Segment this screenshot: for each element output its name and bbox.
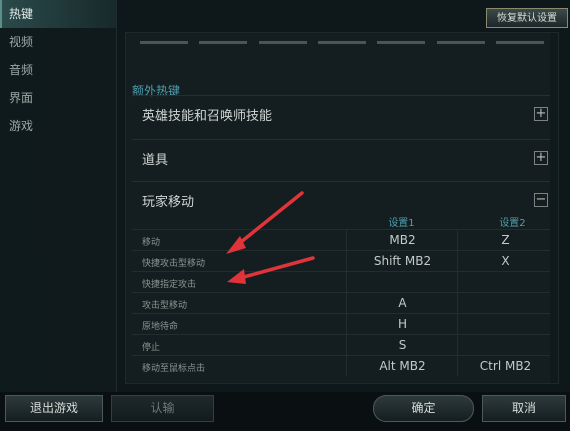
sidebar-item-interface[interactable]: 界面 [0,84,116,112]
restore-defaults-button[interactable]: 恢复默认设置 [486,8,568,28]
table-row: 快捷攻击型移动 Shift MB2 X [132,250,552,271]
hotkey-table: 移动 MB2 Z 快捷攻击型移动 Shift MB2 X 快捷指定攻击 攻击型移… [132,229,552,376]
separator-dash [258,41,307,44]
sidebar-item-hotkeys[interactable]: 热键 [0,0,116,28]
row-label: 攻击型移动 [142,301,188,311]
sidebar-item-game[interactable]: 游戏 [0,112,116,140]
row-label: 快捷指定攻击 [142,280,197,290]
hotkey-panel: 额外热键 英雄技能和召唤师技能 + 道具 + 玩家移动 − 设置1 设置2 移动… [125,32,559,384]
group-items[interactable]: 道具 + [132,139,552,177]
sidebar: 热键 视频 音频 界面 游戏 [0,0,117,392]
footer-bar: 退出游戏 认输 确定 取消 [0,392,570,431]
separator-dash [377,41,426,44]
separator-dash [436,41,485,44]
hotkey-cell-setting1[interactable]: Alt MB2 [346,356,458,376]
row-label: 移动至鼠标点击 [142,364,206,374]
plus-icon[interactable]: + [534,151,548,165]
minus-icon[interactable]: − [534,193,548,207]
surrender-button[interactable]: 认输 [111,395,214,422]
plus-icon[interactable]: + [534,107,548,121]
hotkey-cell-setting1[interactable]: A [346,293,458,313]
hotkey-cell-setting2[interactable]: Ctrl MB2 [457,356,553,376]
row-label: 移动 [142,238,161,248]
table-row: 快捷指定攻击 [132,271,552,292]
separator-dash [495,41,544,44]
group-label: 玩家移动 [142,195,195,210]
hotkey-cell-setting1[interactable]: S [346,335,458,355]
hotkey-cell-setting2[interactable]: X [457,251,553,271]
quit-game-button[interactable]: 退出游戏 [5,395,103,422]
ok-button[interactable]: 确定 [373,395,474,422]
hotkey-cell-setting2[interactable] [457,314,553,334]
table-row: 停止 S [132,334,552,355]
hotkey-cell-setting1[interactable]: Shift MB2 [346,251,458,271]
panel-scrollbar[interactable] [550,33,558,383]
table-row: 攻击型移动 A [132,292,552,313]
hotkey-cell-setting2[interactable] [457,335,553,355]
settings-main: 恢复默认设置 额外热键 英雄技能和召唤师技能 + 道具 + 玩家移动 − 设置1… [117,0,570,392]
separator-dash [199,41,248,44]
row-label: 停止 [142,343,161,353]
sidebar-item-video[interactable]: 视频 [0,28,116,56]
hotkey-cell-setting1[interactable]: H [346,314,458,334]
group-label: 英雄技能和召唤师技能 [142,109,273,124]
hotkey-cell-setting2[interactable]: Z [457,230,553,250]
table-row: 移动 MB2 Z [132,229,552,250]
table-header: 设置1 设置2 [132,213,552,229]
collapsed-separator [140,41,544,45]
column-header-setting1: 设置1 [388,218,415,229]
row-label: 快捷攻击型移动 [142,259,206,269]
group-champion-spells[interactable]: 英雄技能和召唤师技能 + [132,95,552,133]
table-row: 移动至鼠标点击 Alt MB2 Ctrl MB2 [132,355,552,376]
hotkey-cell-setting1[interactable]: MB2 [346,230,458,250]
table-row: 原地待命 H [132,313,552,334]
hotkey-cell-setting2[interactable] [457,293,553,313]
hotkey-cell-setting1[interactable] [346,272,458,292]
separator-dash [140,41,188,44]
cancel-button[interactable]: 取消 [482,395,566,422]
group-label: 道具 [142,153,169,168]
row-label: 原地待命 [142,322,179,332]
hotkey-cell-setting2[interactable] [457,272,553,292]
separator-dash [317,41,366,44]
sidebar-item-sound[interactable]: 音频 [0,56,116,84]
column-header-setting2: 设置2 [499,218,526,229]
